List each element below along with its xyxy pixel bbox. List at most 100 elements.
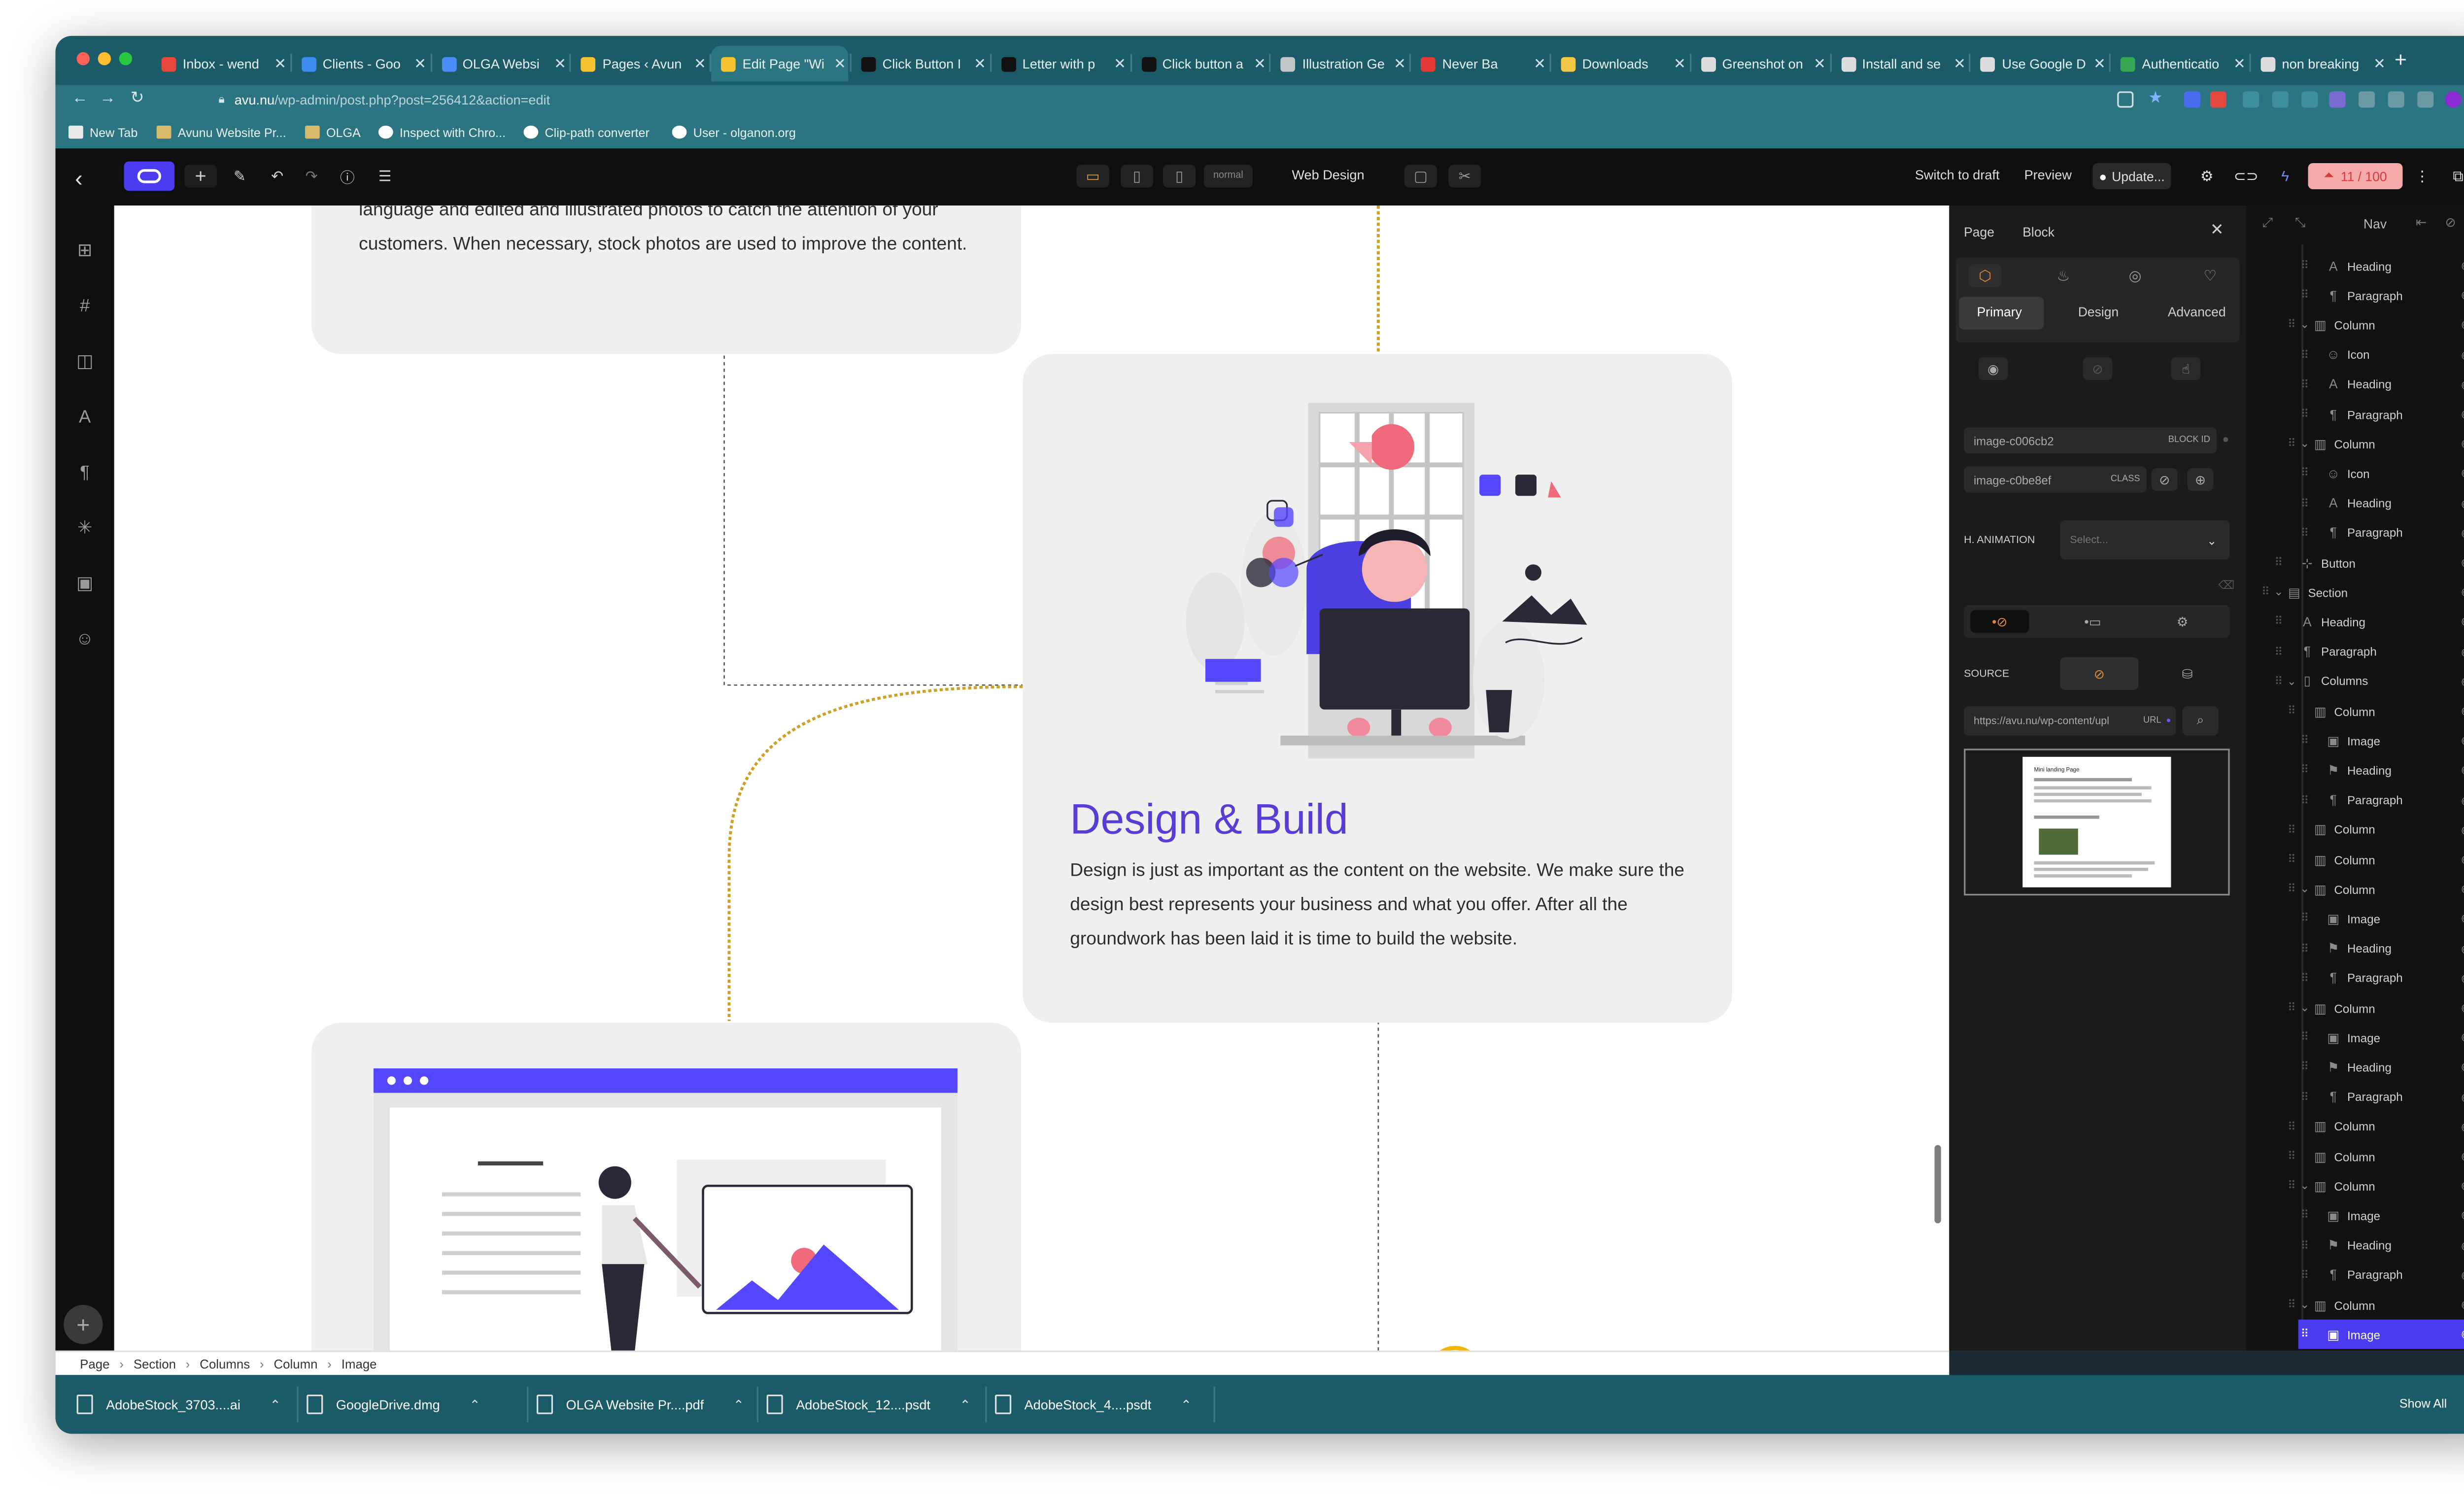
visibility-icon[interactable]: ◉ xyxy=(2458,794,2464,807)
visibility-icon[interactable]: ◉ xyxy=(2458,1268,2464,1282)
tab-primary[interactable]: Primary xyxy=(1977,305,2022,320)
drag-handle-icon[interactable]: ⠿ xyxy=(2298,1061,2311,1074)
hand-pointer-icon[interactable]: ☝ xyxy=(2171,357,2201,380)
typography-icon[interactable]: A xyxy=(75,408,95,427)
visibility-icon[interactable]: ◉ xyxy=(2458,408,2464,421)
browser-tab[interactable]: Greenshot on ✕ xyxy=(1691,46,1828,82)
navigator-row-paragraph[interactable]: ⠿¶Paragraph◉✕ xyxy=(2272,637,2464,667)
view-mode-select[interactable]: normal xyxy=(1203,165,1253,188)
navigator-row-icon[interactable]: ⠿☺Icon◉✕ xyxy=(2298,459,2464,488)
tab-close-icon[interactable]: ✕ xyxy=(1532,55,1548,72)
navigator-row-paragraph[interactable]: ⠿¶Paragraph◉✕ xyxy=(2298,1261,2464,1290)
source-url-field[interactable]: https://avu.nu/wp-content/upl URL ● xyxy=(1964,706,2176,736)
content-card-bottom[interactable] xyxy=(311,1023,1021,1351)
browser-tab[interactable]: Letter with p ✕ xyxy=(992,46,1128,82)
source-media-icon[interactable]: ⊘ xyxy=(2060,657,2139,690)
browser-tab[interactable]: Never Ba ✕ xyxy=(1411,46,1548,82)
dock-icon[interactable]: ⇤ xyxy=(2416,215,2427,230)
design-build-card[interactable]: Design & Build Design is just as importa… xyxy=(1023,354,1733,1023)
drag-handle-icon[interactable]: ⠿ xyxy=(2298,794,2311,807)
extension-icon[interactable] xyxy=(2272,91,2289,108)
visibility-icon[interactable]: ◉ xyxy=(2458,734,2464,747)
target-icon[interactable]: ◎ xyxy=(2119,264,2152,287)
navigator-row-paragraph[interactable]: ⠿¶Paragraph◉✕ xyxy=(2298,400,2464,429)
visibility-icon[interactable]: ◉ xyxy=(2458,853,2464,866)
drag-handle-icon[interactable]: ⠿ xyxy=(2298,467,2311,480)
drag-handle-icon[interactable]: ⠿ xyxy=(2285,883,2298,896)
tab-close-icon[interactable]: ✕ xyxy=(2371,55,2388,72)
puzzle-icon[interactable] xyxy=(2359,91,2375,108)
bookmark-item[interactable]: Clip-path converter xyxy=(523,121,650,143)
chevron-up-icon[interactable]: ⌃ xyxy=(270,1397,280,1412)
info-icon[interactable]: ⓘ xyxy=(331,165,364,187)
bookmark-item[interactable]: Inspect with Chro... xyxy=(378,121,506,143)
tab-block[interactable]: Block xyxy=(2022,225,2054,240)
expand-caret-icon[interactable]: ⌄ xyxy=(2298,1299,2311,1311)
tab-close-icon[interactable]: ✕ xyxy=(412,55,428,72)
navigator-row-paragraph[interactable]: ⠿¶Paragraph◉✕ xyxy=(2298,963,2464,993)
browser-tab[interactable]: Pages ‹ Avun ✕ xyxy=(572,46,708,82)
extension-icon[interactable] xyxy=(2329,91,2346,108)
new-tab-button[interactable]: + xyxy=(2395,47,2407,72)
visibility-icon[interactable]: ◉ xyxy=(2458,675,2464,688)
drag-handle-icon[interactable]: ⠿ xyxy=(2272,556,2285,569)
drag-handle-icon[interactable]: ⠿ xyxy=(2298,1268,2311,1282)
template-icon[interactable]: ▢ xyxy=(1404,165,1437,188)
navigator-row-column[interactable]: ⠿⌄▥Column◉✕ xyxy=(2285,1171,2464,1201)
browser-tab[interactable]: Click button a ✕ xyxy=(1131,46,1268,82)
drag-handle-icon[interactable]: ⠿ xyxy=(2298,408,2311,421)
expand-caret-icon[interactable]: ⌄ xyxy=(2285,675,2298,688)
visibility-icon[interactable]: ◉ xyxy=(2458,526,2464,540)
collapse-icon[interactable]: ⤡ xyxy=(2295,215,2305,232)
tab-close-icon[interactable]: ✕ xyxy=(1252,55,1268,72)
scissors-icon[interactable]: ✂ xyxy=(1448,165,1481,188)
tab-close-icon[interactable]: ✕ xyxy=(1112,55,1128,72)
drag-handle-icon[interactable]: ⠿ xyxy=(2285,319,2298,332)
visibility-icon[interactable]: ◉ xyxy=(2458,1031,2464,1044)
expand-caret-icon[interactable]: ⌄ xyxy=(2298,1180,2311,1193)
image-source-icon[interactable]: •⊘ xyxy=(1970,610,2029,633)
more-kebab-icon[interactable]: ⋮ xyxy=(2406,165,2438,187)
drag-handle-icon[interactable]: ⠿ xyxy=(2298,348,2311,361)
drag-handle-icon[interactable]: ⠿ xyxy=(2298,734,2311,747)
visibility-icon[interactable]: ◉ xyxy=(2458,1299,2464,1311)
visibility-icon[interactable]: ◉ xyxy=(2458,556,2464,569)
minimize-window-button[interactable] xyxy=(98,52,111,66)
show-all-downloads-button[interactable]: Show All xyxy=(2399,1396,2447,1411)
layout-toggle-icon[interactable]: ⧉ xyxy=(2442,165,2464,187)
tab-close-icon[interactable]: ✕ xyxy=(552,55,568,72)
tab-close-icon[interactable]: ✕ xyxy=(272,55,288,72)
globe-icon[interactable]: ⊕ xyxy=(2187,468,2214,491)
drag-handle-icon[interactable]: ⠿ xyxy=(2298,942,2311,955)
mobile-view-icon[interactable]: ▯ xyxy=(1163,165,1196,188)
drag-handle-icon[interactable]: ⠿ xyxy=(2272,616,2285,628)
paragraph-icon[interactable]: ¶ xyxy=(75,463,95,483)
navigator-row-columns[interactable]: ⠿⌄▯Columns◉✕ xyxy=(2272,667,2464,696)
undo-icon[interactable]: ↶ xyxy=(261,165,294,187)
list-view-icon[interactable]: ☰ xyxy=(369,165,401,187)
download-item[interactable]: AdobeStock_12....psdt ⌃ xyxy=(766,1386,971,1422)
drag-handle-icon[interactable]: ⠿ xyxy=(2298,1209,2311,1222)
zoom-window-button[interactable] xyxy=(119,52,133,66)
chevron-up-icon[interactable]: ⌃ xyxy=(960,1397,971,1412)
visibility-icon[interactable]: ◉ xyxy=(2458,942,2464,955)
template-name[interactable]: Web Design xyxy=(1292,168,1364,183)
update-button[interactable]: ● Update... xyxy=(2092,163,2171,189)
design-build-heading[interactable]: Design & Build xyxy=(1070,794,1348,845)
bookmark-item[interactable]: OLGA xyxy=(305,121,361,143)
drag-handle-icon[interactable]: ⠿ xyxy=(2298,1239,2311,1252)
developer-illustration[interactable] xyxy=(1166,393,1591,768)
preview-button[interactable]: Preview xyxy=(2024,168,2072,183)
navigator-row-paragraph[interactable]: ⠿¶Paragraph◉✕ xyxy=(2298,281,2464,310)
drag-handle-icon[interactable]: ⠿ xyxy=(2298,526,2311,540)
drag-handle-icon[interactable]: ⠿ xyxy=(2285,1120,2298,1133)
add-block-button[interactable]: + xyxy=(184,165,217,188)
bookmark-item[interactable]: Avunu Website Pr... xyxy=(156,121,286,143)
visibility-icon[interactable]: ◉ xyxy=(2458,972,2464,985)
browser-tab[interactable]: Use Google D ✕ xyxy=(1971,46,2108,82)
close-panel-icon[interactable]: ✕ xyxy=(2210,222,2224,239)
class-link-icon[interactable]: ⊘ xyxy=(2151,468,2178,491)
drag-handle-icon[interactable]: ⠿ xyxy=(2285,438,2298,450)
brush-icon[interactable]: ✎ xyxy=(223,165,256,187)
drag-handle-icon[interactable]: ⠿ xyxy=(2285,705,2298,718)
